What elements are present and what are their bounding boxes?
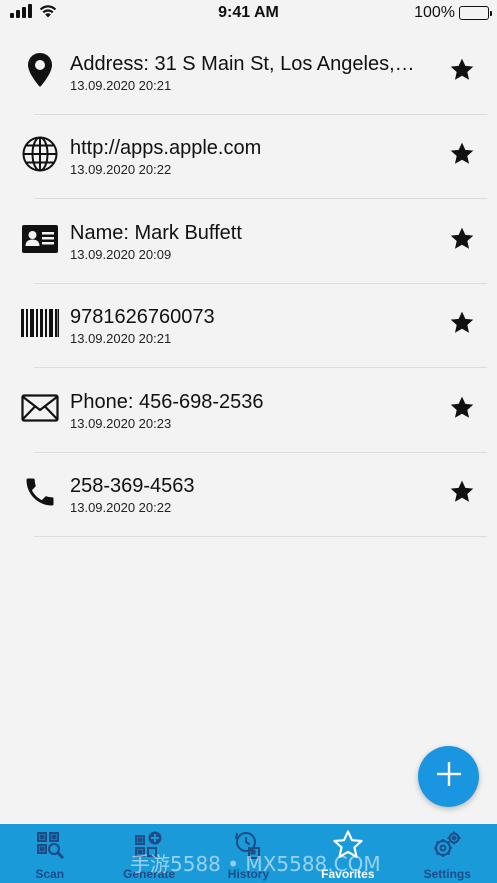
- globe-icon: [22, 136, 58, 177]
- item-title: 258-369-4563: [70, 475, 195, 498]
- row-divider: [34, 536, 487, 537]
- location-pin-icon: [27, 52, 53, 93]
- battery-percent: 100%: [414, 4, 455, 21]
- battery-icon: [459, 6, 492, 20]
- item-date: 13.09.2020 20:22: [70, 500, 172, 516]
- tab-label: Settings: [423, 867, 471, 881]
- item-title: http://apps.apple.com: [70, 137, 262, 160]
- list-item[interactable]: Name: Mark Buffett 13.09.2020 20:09: [0, 199, 497, 284]
- app-screen: 9:41 AM 100% Address: 31 S Main St, Los …: [0, 0, 497, 883]
- item-title: Name: Mark Buffett: [70, 221, 242, 244]
- wifi-icon: [38, 4, 58, 23]
- star-icon: [449, 310, 475, 341]
- item-title: 9781626760073: [70, 306, 215, 329]
- star-icon: [449, 57, 475, 88]
- status-bar: 9:41 AM 100%: [0, 0, 497, 26]
- barcode-icon: [21, 309, 59, 342]
- favorite-star-button[interactable]: [427, 368, 497, 453]
- item-date: 13.09.2020 20:21: [70, 77, 172, 93]
- tab-history[interactable]: History: [199, 824, 298, 883]
- list-item[interactable]: Address: 31 S Main St, Los Angeles, 9...…: [0, 30, 497, 115]
- item-date: 13.09.2020 20:21: [70, 331, 172, 347]
- tab-label: Generate: [123, 867, 176, 881]
- tab-generate[interactable]: Generate: [100, 824, 199, 883]
- item-date: 13.09.2020 20:22: [70, 162, 172, 178]
- tab-favorites[interactable]: Favorites: [298, 824, 397, 883]
- star-icon: [449, 226, 475, 257]
- gears-icon: [431, 829, 463, 866]
- star-icon: [449, 395, 475, 426]
- list-item[interactable]: 9781626760073 13.09.2020 20:21: [0, 284, 497, 369]
- list-item[interactable]: http://apps.apple.com 13.09.2020 20:22: [0, 115, 497, 200]
- list-item[interactable]: Phone: 456-698-2536 13.09.2020 20:23: [0, 368, 497, 453]
- favorites-list: Address: 31 S Main St, Los Angeles, 9...…: [0, 30, 497, 537]
- star-icon: [449, 479, 475, 510]
- favorite-star-button[interactable]: [427, 453, 497, 538]
- tab-label: Scan: [35, 867, 65, 881]
- add-button[interactable]: [418, 746, 479, 807]
- plus-icon: [436, 761, 462, 792]
- scan-qr-icon: [35, 830, 65, 865]
- favorite-star-button[interactable]: [427, 199, 497, 284]
- star-outline-icon: [332, 829, 364, 866]
- history-icon: [233, 830, 263, 865]
- generate-qr-icon: [134, 830, 164, 865]
- contact-card-icon: [21, 224, 59, 259]
- tab-label: Favorites: [321, 867, 375, 881]
- tab-settings[interactable]: Settings: [398, 824, 497, 883]
- signal-bars-icon: [10, 3, 32, 23]
- item-title: Phone: 456-698-2536: [70, 390, 264, 413]
- star-icon: [449, 141, 475, 172]
- tab-bar: Scan Generate History Favorites Settings…: [0, 824, 497, 883]
- envelope-icon: [21, 394, 59, 427]
- list-item[interactable]: 258-369-4563 13.09.2020 20:22: [0, 453, 497, 538]
- item-date: 13.09.2020 20:09: [70, 246, 172, 262]
- phone-icon: [22, 474, 58, 515]
- favorite-star-button[interactable]: [427, 30, 497, 115]
- favorite-star-button[interactable]: [427, 115, 497, 200]
- item-date: 13.09.2020 20:23: [70, 415, 172, 431]
- item-title: Address: 31 S Main St, Los Angeles, 9...: [70, 52, 419, 75]
- tab-label: History: [227, 867, 270, 881]
- favorite-star-button[interactable]: [427, 284, 497, 369]
- tab-scan[interactable]: Scan: [0, 824, 99, 883]
